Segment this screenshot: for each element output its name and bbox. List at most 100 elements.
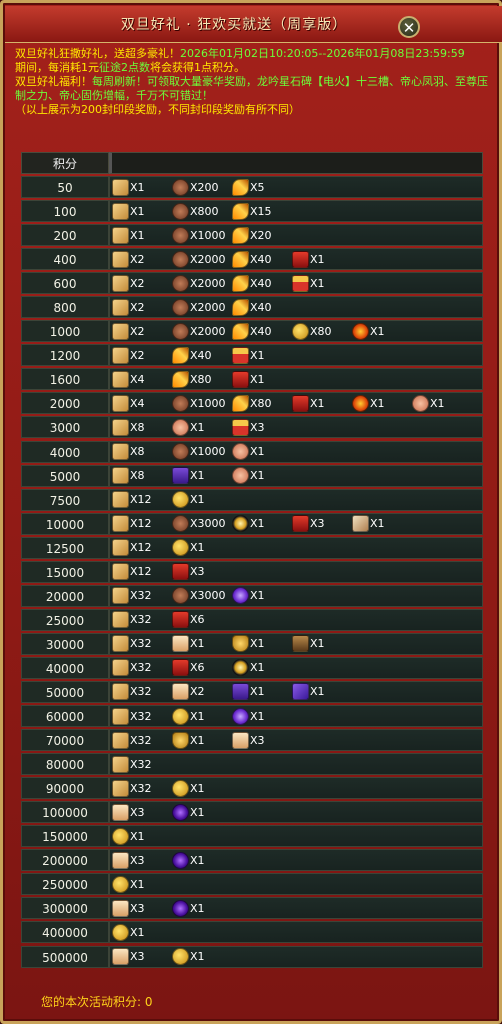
reward-item[interactable]: X1 bbox=[172, 803, 205, 821]
reward-item[interactable]: X1 bbox=[232, 370, 265, 388]
purpleorb-icon bbox=[172, 899, 189, 917]
reward-item[interactable]: X32 bbox=[112, 611, 152, 629]
reward-item[interactable]: X1 bbox=[112, 202, 145, 220]
redbox-icon bbox=[292, 515, 309, 533]
reward-item[interactable]: X32 bbox=[112, 755, 152, 773]
reward-item[interactable]: X1 bbox=[112, 875, 145, 893]
reward-item[interactable]: X2000 bbox=[172, 250, 226, 268]
reward-item[interactable]: X2 bbox=[112, 298, 145, 316]
reward-item[interactable]: X1 bbox=[352, 322, 385, 340]
reward-item[interactable]: X1 bbox=[232, 683, 265, 701]
reward-item[interactable]: X4 bbox=[112, 394, 145, 412]
reward-item[interactable]: X8 bbox=[112, 467, 145, 485]
reward-item[interactable]: X3 bbox=[112, 851, 145, 869]
meat-icon bbox=[172, 298, 189, 316]
reward-item[interactable]: X1 bbox=[352, 394, 385, 412]
reward-item[interactable]: X1 bbox=[292, 274, 325, 292]
reward-item[interactable]: X3 bbox=[112, 899, 145, 917]
reward-item[interactable]: X1 bbox=[172, 899, 205, 917]
reward-item[interactable]: X80 bbox=[172, 370, 212, 388]
reward-item[interactable]: X12 bbox=[112, 563, 152, 581]
reward-item[interactable]: X3 bbox=[292, 515, 325, 533]
reward-item[interactable]: X32 bbox=[112, 731, 152, 749]
reward-item[interactable]: X12 bbox=[112, 539, 152, 557]
reward-item[interactable]: X1 bbox=[172, 539, 205, 557]
rewards-cell: X32 X6 X1 bbox=[109, 656, 483, 679]
close-button[interactable]: ✕ bbox=[398, 16, 420, 38]
reward-item[interactable]: X1 bbox=[232, 635, 265, 653]
reward-item[interactable]: X8 bbox=[112, 443, 145, 461]
reward-item[interactable]: X1 bbox=[352, 515, 385, 533]
reward-item[interactable]: X2 bbox=[112, 346, 145, 364]
reward-item[interactable]: X32 bbox=[112, 587, 152, 605]
reward-item[interactable]: X1 bbox=[172, 948, 205, 966]
reward-item[interactable]: X2 bbox=[112, 274, 145, 292]
reward-item[interactable]: X40 bbox=[232, 322, 272, 340]
reward-item[interactable]: X1 bbox=[172, 467, 205, 485]
reward-item[interactable]: X1 bbox=[172, 731, 205, 749]
reward-quantity: X1 bbox=[370, 517, 385, 531]
reward-item[interactable]: X32 bbox=[112, 683, 152, 701]
reward-item[interactable]: X1 bbox=[172, 779, 205, 797]
reward-item[interactable]: X3000 bbox=[172, 587, 226, 605]
reward-item[interactable]: X1 bbox=[172, 418, 205, 436]
reward-item[interactable]: X800 bbox=[172, 202, 219, 220]
reward-item[interactable]: X6 bbox=[172, 611, 205, 629]
reward-item[interactable]: X3 bbox=[112, 948, 145, 966]
reward-item[interactable]: X1 bbox=[292, 250, 325, 268]
reward-item[interactable]: X2000 bbox=[172, 274, 226, 292]
reward-item[interactable]: X3 bbox=[112, 803, 145, 821]
reward-item[interactable]: X2000 bbox=[172, 298, 226, 316]
reward-item[interactable]: X1 bbox=[112, 827, 145, 845]
reward-item[interactable]: X1 bbox=[172, 491, 205, 509]
reward-item[interactable]: X3 bbox=[232, 731, 265, 749]
reward-item[interactable]: X2 bbox=[112, 250, 145, 268]
reward-item[interactable]: X1 bbox=[232, 707, 265, 725]
reward-item[interactable]: X1 bbox=[412, 394, 445, 412]
reward-item[interactable]: X1 bbox=[172, 635, 205, 653]
reward-item[interactable]: X2000 bbox=[172, 322, 226, 340]
points-cell: 800 bbox=[21, 296, 109, 319]
reward-item[interactable]: X1 bbox=[232, 346, 265, 364]
reward-item[interactable]: X12 bbox=[112, 491, 152, 509]
reward-item[interactable]: X20 bbox=[232, 226, 272, 244]
reward-item[interactable]: X2 bbox=[172, 683, 205, 701]
reward-item[interactable]: X3000 bbox=[172, 515, 226, 533]
reward-item[interactable]: X1 bbox=[112, 178, 145, 196]
reward-item[interactable]: X32 bbox=[112, 659, 152, 677]
reward-item[interactable]: X1 bbox=[232, 659, 265, 677]
reward-item[interactable]: X1 bbox=[232, 515, 265, 533]
reward-item[interactable]: X5 bbox=[232, 178, 265, 196]
reward-item[interactable]: X40 bbox=[232, 274, 272, 292]
reward-item[interactable]: X1000 bbox=[172, 226, 226, 244]
reward-item[interactable]: X6 bbox=[172, 659, 205, 677]
reward-item[interactable]: X1 bbox=[292, 683, 325, 701]
reward-item[interactable]: X80 bbox=[292, 322, 332, 340]
reward-item[interactable]: X40 bbox=[172, 346, 212, 364]
reward-item[interactable]: X1 bbox=[172, 851, 205, 869]
reward-item[interactable]: X1000 bbox=[172, 443, 226, 461]
reward-item[interactable]: X3 bbox=[172, 563, 205, 581]
reward-item[interactable]: X1 bbox=[292, 394, 325, 412]
reward-item[interactable]: X200 bbox=[172, 178, 219, 196]
reward-item[interactable]: X80 bbox=[232, 394, 272, 412]
reward-item[interactable]: X1 bbox=[232, 443, 265, 461]
reward-item[interactable]: X1 bbox=[172, 707, 205, 725]
reward-item[interactable]: X40 bbox=[232, 298, 272, 316]
reward-item[interactable]: X2 bbox=[112, 322, 145, 340]
reward-item[interactable]: X12 bbox=[112, 515, 152, 533]
reward-item[interactable]: X1000 bbox=[172, 394, 226, 412]
reward-item[interactable]: X1 bbox=[232, 587, 265, 605]
reward-item[interactable]: X32 bbox=[112, 635, 152, 653]
reward-item[interactable]: X32 bbox=[112, 707, 152, 725]
reward-item[interactable]: X15 bbox=[232, 202, 272, 220]
reward-item[interactable]: X8 bbox=[112, 418, 145, 436]
reward-item[interactable]: X1 bbox=[112, 226, 145, 244]
reward-item[interactable]: X1 bbox=[232, 467, 265, 485]
reward-item[interactable]: X40 bbox=[232, 250, 272, 268]
reward-item[interactable]: X1 bbox=[112, 923, 145, 941]
reward-item[interactable]: X32 bbox=[112, 779, 152, 797]
reward-item[interactable]: X1 bbox=[292, 635, 325, 653]
reward-item[interactable]: X3 bbox=[232, 418, 265, 436]
reward-item[interactable]: X4 bbox=[112, 370, 145, 388]
